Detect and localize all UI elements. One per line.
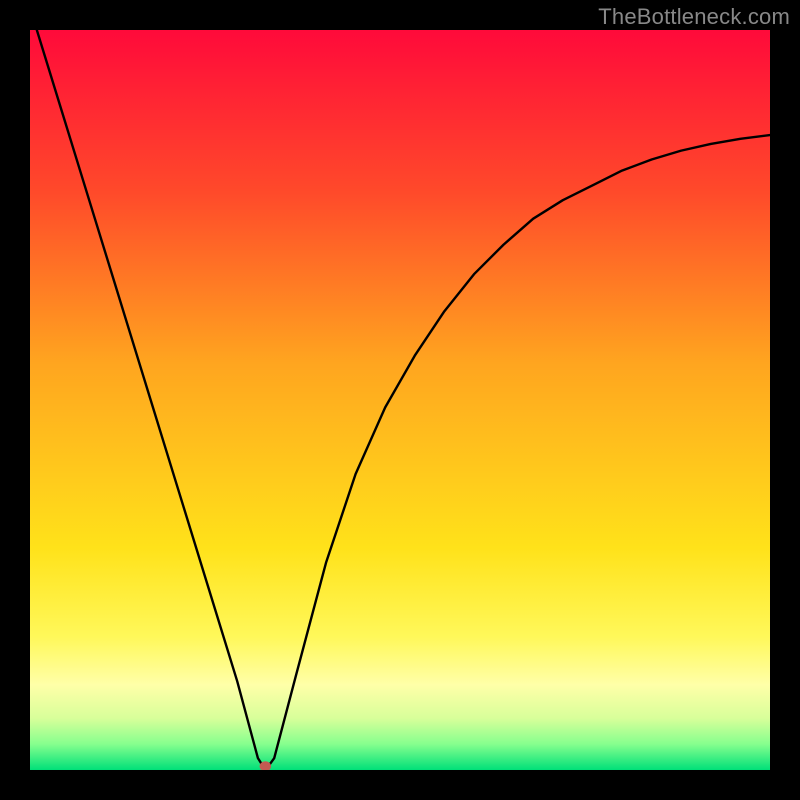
watermark-text: TheBottleneck.com: [598, 4, 790, 30]
chart-svg: [30, 30, 770, 770]
gradient-background: [30, 30, 770, 770]
chart-frame: TheBottleneck.com: [0, 0, 800, 800]
plot-area: [30, 30, 770, 770]
